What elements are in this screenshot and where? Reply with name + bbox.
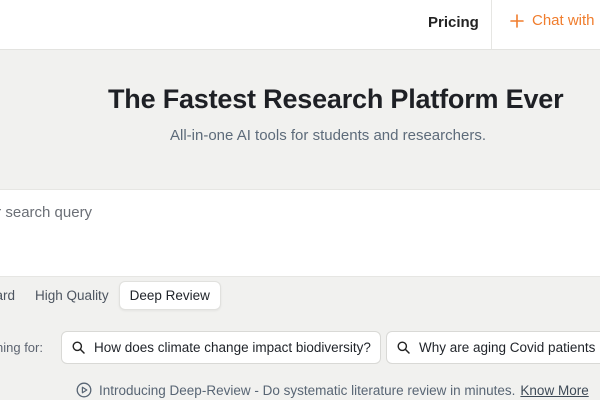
suggestion-text: How does climate change impact biodivers… [94, 340, 371, 355]
search-input[interactable] [0, 199, 594, 225]
page-subtitle: All-in-one AI tools for students and res… [170, 127, 486, 144]
nav-divider [491, 0, 492, 49]
pricing-link[interactable]: Pricing [428, 14, 479, 31]
suggestion-chip[interactable]: Why are aging Covid patients m [386, 331, 600, 364]
search-panel [0, 189, 600, 277]
search-icon [397, 341, 410, 354]
tab-deep-review[interactable]: Deep Review [118, 280, 221, 310]
search-icon [72, 341, 85, 354]
tab-high-quality[interactable]: High Quality [25, 282, 119, 309]
suggestions-label: ning for: [0, 340, 43, 355]
top-navbar: Pricing Chat with [0, 0, 600, 50]
chat-with-button[interactable]: Chat with [510, 12, 595, 29]
search-mode-tabs: dard High Quality Deep Review [0, 280, 221, 310]
chat-with-label: Chat with [532, 12, 595, 29]
play-circle-icon [76, 382, 92, 398]
page-title: The Fastest Research Platform Ever [108, 84, 564, 114]
tab-standard[interactable]: dard [0, 282, 25, 309]
plus-icon [510, 13, 524, 28]
suggestion-chip[interactable]: How does climate change impact biodivers… [61, 331, 381, 364]
know-more-link[interactable]: Know More [520, 383, 588, 398]
deep-review-announcement: Introducing Deep-Review - Do systematic … [76, 382, 589, 398]
suggestion-text: Why are aging Covid patients m [419, 340, 600, 355]
announcement-text: Introducing Deep-Review - Do systematic … [99, 382, 516, 398]
